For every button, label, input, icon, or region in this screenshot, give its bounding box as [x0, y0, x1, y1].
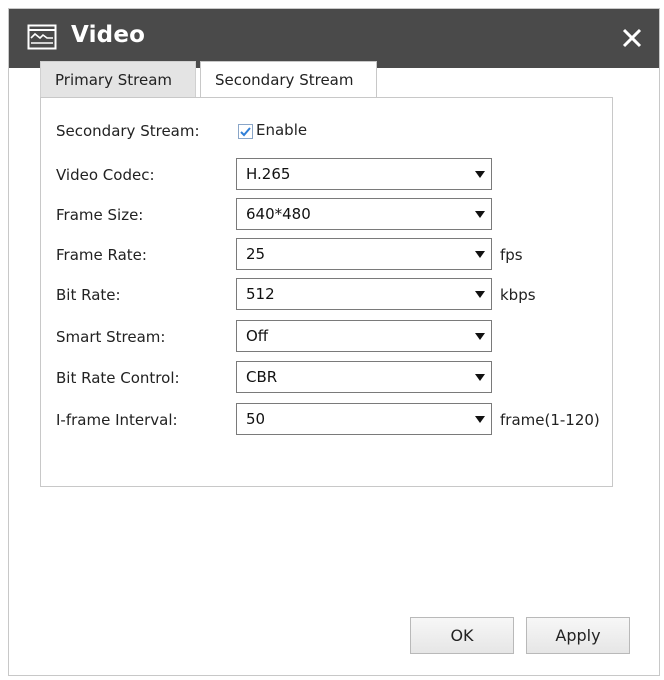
video-codec-value: H.265: [246, 165, 291, 183]
bit-rate-control-label: Bit Rate Control:: [56, 369, 180, 387]
smart-stream-label: Smart Stream:: [56, 328, 166, 346]
tab-primary-stream[interactable]: Primary Stream: [40, 61, 196, 97]
dialog-titlebar[interactable]: Video: [9, 9, 659, 68]
chevron-down-icon: [475, 333, 485, 340]
apply-button[interactable]: Apply: [526, 617, 630, 654]
chevron-down-icon: [475, 211, 485, 218]
dialog-title: Video: [71, 22, 146, 48]
frame-size-value: 640*480: [246, 205, 311, 223]
bit-rate-label: Bit Rate:: [56, 286, 121, 304]
chevron-down-icon: [475, 171, 485, 178]
video-codec-label: Video Codec:: [56, 166, 155, 184]
iframe-interval-select[interactable]: 50: [236, 403, 492, 435]
smart-stream-select[interactable]: Off: [236, 320, 492, 352]
bit-rate-control-value: CBR: [246, 368, 278, 386]
ok-button[interactable]: OK: [410, 617, 514, 654]
enable-checkbox[interactable]: [238, 124, 253, 139]
bit-rate-unit: kbps: [500, 286, 536, 304]
iframe-interval-label: I-frame Interval:: [56, 411, 178, 429]
frame-rate-value: 25: [246, 245, 266, 263]
iframe-interval-unit: frame(1-120): [500, 411, 600, 429]
frame-size-label: Frame Size:: [56, 206, 144, 224]
video-codec-select[interactable]: H.265: [236, 158, 492, 190]
smart-stream-value: Off: [246, 327, 269, 345]
bit-rate-select[interactable]: 512: [236, 278, 492, 310]
checkmark-icon: [240, 127, 251, 137]
chevron-down-icon: [475, 251, 485, 258]
iframe-interval-value: 50: [246, 410, 266, 428]
bit-rate-value: 512: [246, 285, 275, 303]
frame-rate-label: Frame Rate:: [56, 246, 147, 264]
enable-label: Enable: [256, 121, 308, 139]
secondary-stream-label: Secondary Stream:: [56, 122, 200, 140]
chevron-down-icon: [475, 291, 485, 298]
chevron-down-icon: [475, 416, 485, 423]
frame-rate-unit: fps: [500, 246, 523, 264]
chevron-down-icon: [475, 374, 485, 381]
frame-size-select[interactable]: 640*480: [236, 198, 492, 230]
tab-secondary-stream[interactable]: Secondary Stream: [200, 61, 377, 99]
close-icon[interactable]: [617, 23, 647, 53]
video-stream-icon: [27, 24, 57, 50]
bit-rate-control-select[interactable]: CBR: [236, 361, 492, 393]
frame-rate-select[interactable]: 25: [236, 238, 492, 270]
